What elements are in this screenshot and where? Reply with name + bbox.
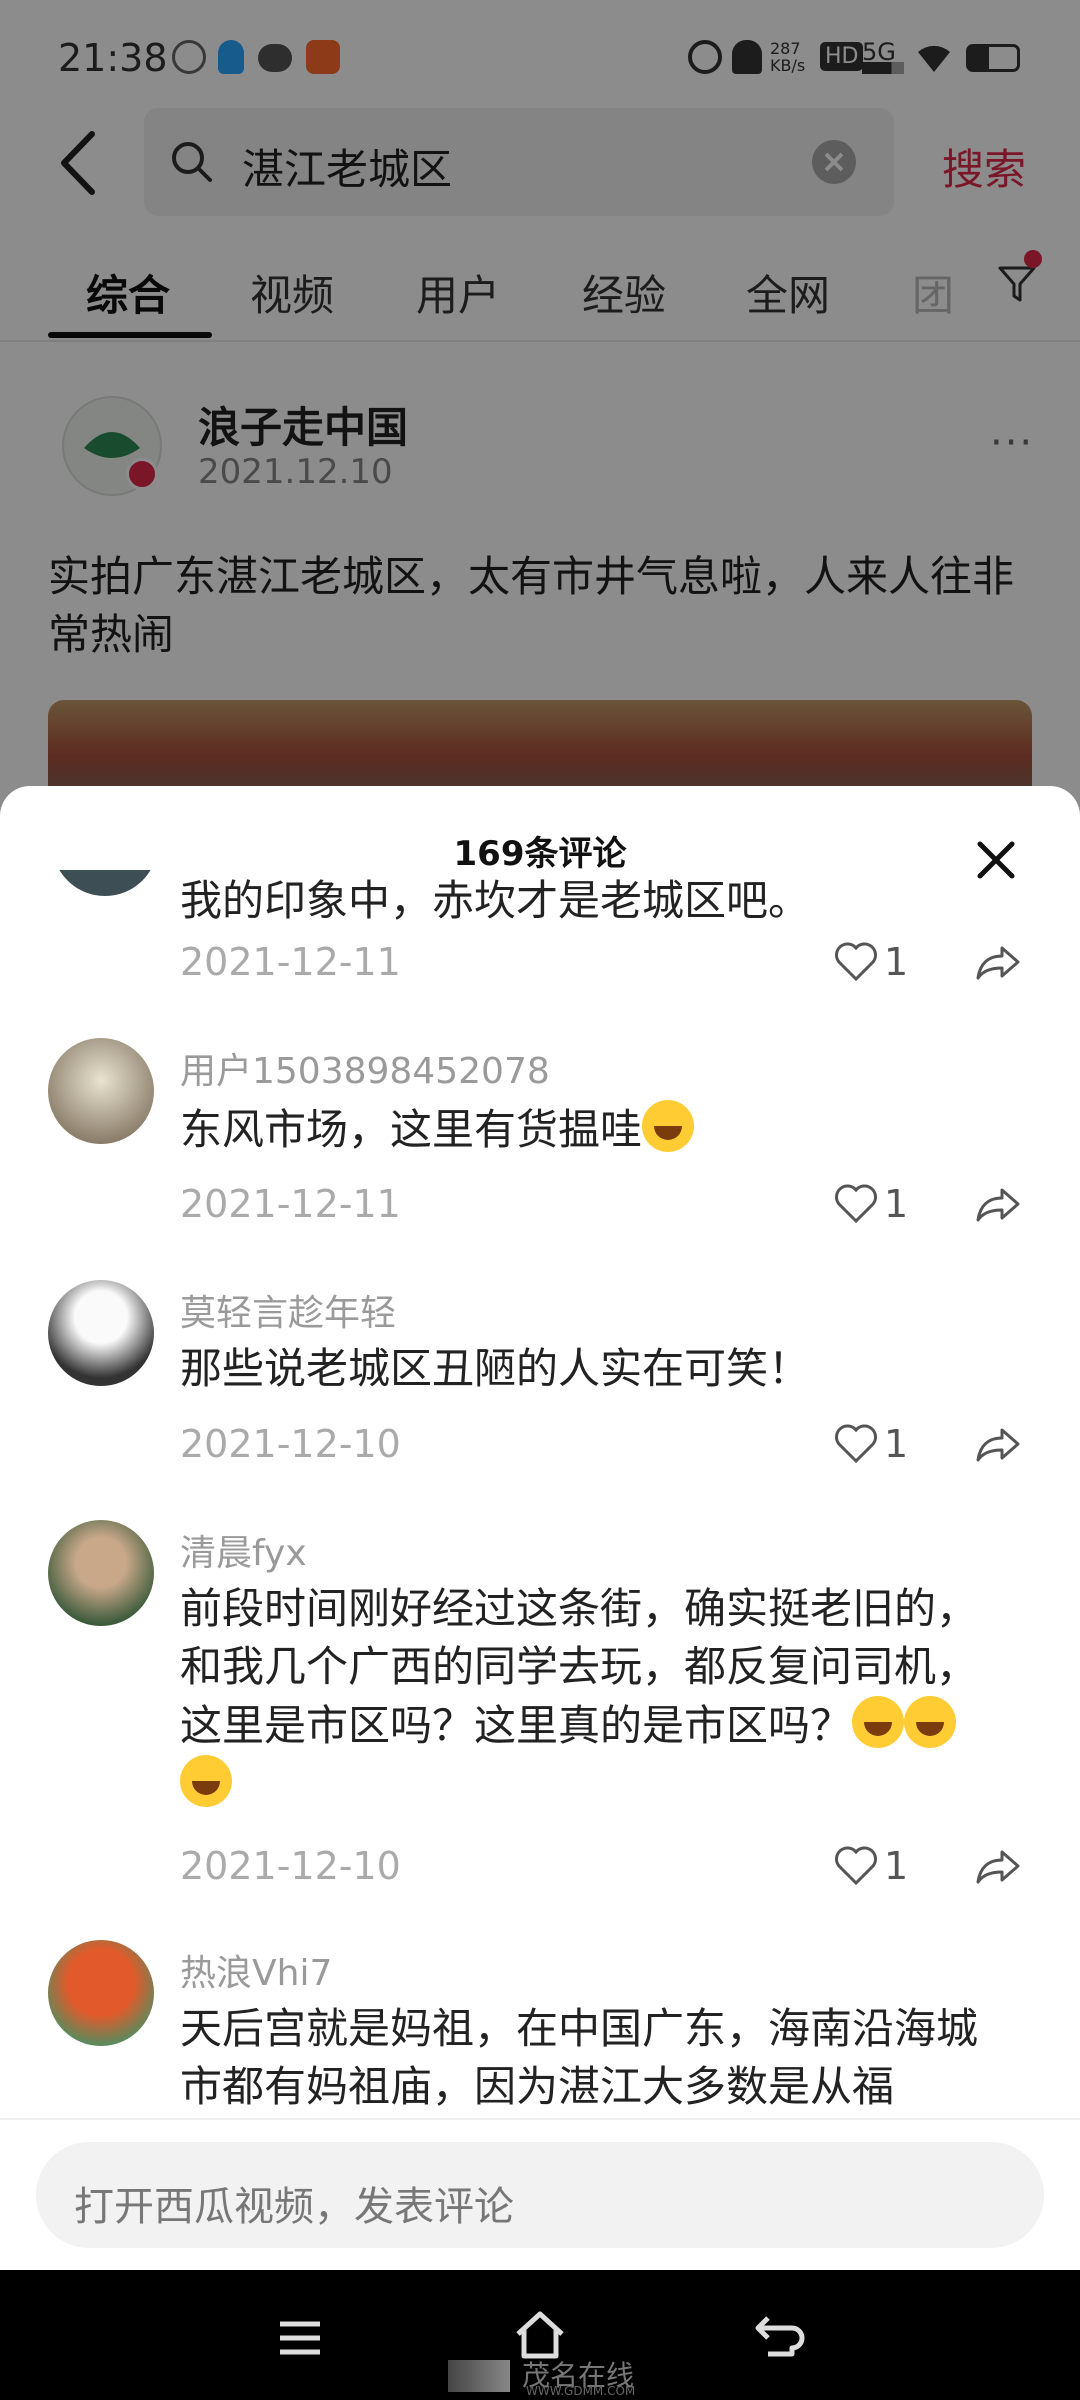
comment-text[interactable]: 我的印象中，赤坎才是老城区吧。	[180, 872, 1000, 930]
like-count: 1	[884, 1182, 909, 1226]
like-icon[interactable]	[834, 1424, 878, 1464]
laughing-emoji-icon	[180, 1755, 232, 1807]
comment-date: 2021-12-10	[180, 1422, 401, 1466]
comment-username[interactable]: 热浪Vhi7	[180, 1944, 332, 1996]
comment-username[interactable]: 莫轻言趁年轻	[180, 1284, 396, 1336]
like-icon[interactable]	[834, 1184, 878, 1224]
like-count: 1	[884, 1422, 909, 1466]
comment-text[interactable]: 东风市场，这里有货揾哇	[180, 1100, 1000, 1159]
share-icon[interactable]	[974, 1184, 1022, 1224]
comments-count-title: 169条评论	[453, 834, 627, 874]
share-icon[interactable]	[974, 1846, 1022, 1886]
like-icon[interactable]	[834, 1846, 878, 1886]
comment-username[interactable]: 清晨fyx	[180, 1524, 307, 1576]
avatar[interactable]	[48, 1280, 154, 1386]
comment-text-content: 东风市场，这里有货揾哇	[180, 1105, 643, 1154]
avatar[interactable]	[52, 870, 158, 896]
laughing-emoji-icon	[642, 1100, 695, 1152]
like-icon[interactable]	[834, 942, 878, 982]
laughing-emoji-icon	[904, 1696, 957, 1748]
comment-text[interactable]: 那些说老城区丑陋的人实在可笑！	[180, 1340, 1000, 1398]
back-nav-icon[interactable]	[754, 2314, 806, 2358]
comment-date: 2021-12-11	[180, 940, 401, 984]
like-count: 1	[884, 940, 909, 984]
share-icon[interactable]	[974, 942, 1022, 982]
comment-date: 2021-12-11	[180, 1182, 401, 1226]
comment-input-placeholder[interactable]: 打开西瓜视频，发表评论	[74, 2174, 514, 2232]
comment-text[interactable]: 前段时间刚好经过这条街，确实挺老旧的，和我几个广西的同学去玩，都反复问司机，这里…	[180, 1580, 1000, 1814]
comment-date: 2021-12-10	[180, 1844, 401, 1888]
avatar[interactable]	[48, 1940, 154, 2046]
avatar[interactable]	[48, 1038, 154, 1144]
comments-list[interactable]: 我的印象中，赤坎才是老城区吧。 2021-12-11 1 用户150389845…	[0, 870, 1080, 2115]
watermark-logo-icon	[448, 2360, 510, 2392]
share-icon[interactable]	[974, 1424, 1022, 1464]
comment-text[interactable]: 天后宫就是妈祖，在中国广东，海南沿海城市都有妈祖庙，因为湛江大多数是从福	[180, 2000, 1000, 2115]
watermark-url: WWW.GDMM.COM	[526, 2384, 636, 2398]
avatar[interactable]	[48, 1520, 154, 1626]
laughing-emoji-icon	[852, 1696, 905, 1748]
comment-username[interactable]: 用户1503898452078	[180, 1042, 550, 1094]
like-count: 1	[884, 1844, 909, 1888]
home-icon[interactable]	[512, 2310, 568, 2360]
menu-icon[interactable]	[276, 2318, 324, 2358]
